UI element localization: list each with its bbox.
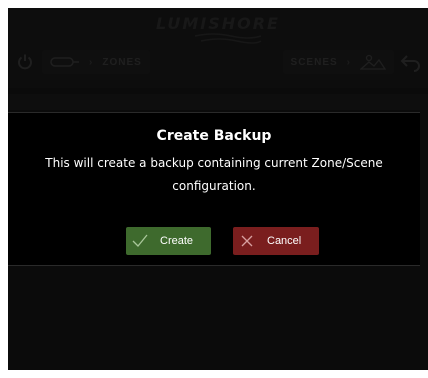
create-button-label: Create bbox=[160, 235, 194, 247]
create-button[interactable]: Create bbox=[126, 227, 211, 255]
cancel-button[interactable]: Cancel bbox=[233, 227, 319, 255]
cancel-button-label: Cancel bbox=[267, 235, 302, 247]
checkmark-icon bbox=[126, 227, 154, 255]
create-backup-dialog: Create Backup This will create a backup … bbox=[8, 112, 420, 266]
close-x-icon bbox=[233, 227, 261, 255]
dialog-message: This will create a backup containing cur… bbox=[45, 156, 383, 193]
dialog-title: Create Backup bbox=[156, 128, 272, 144]
